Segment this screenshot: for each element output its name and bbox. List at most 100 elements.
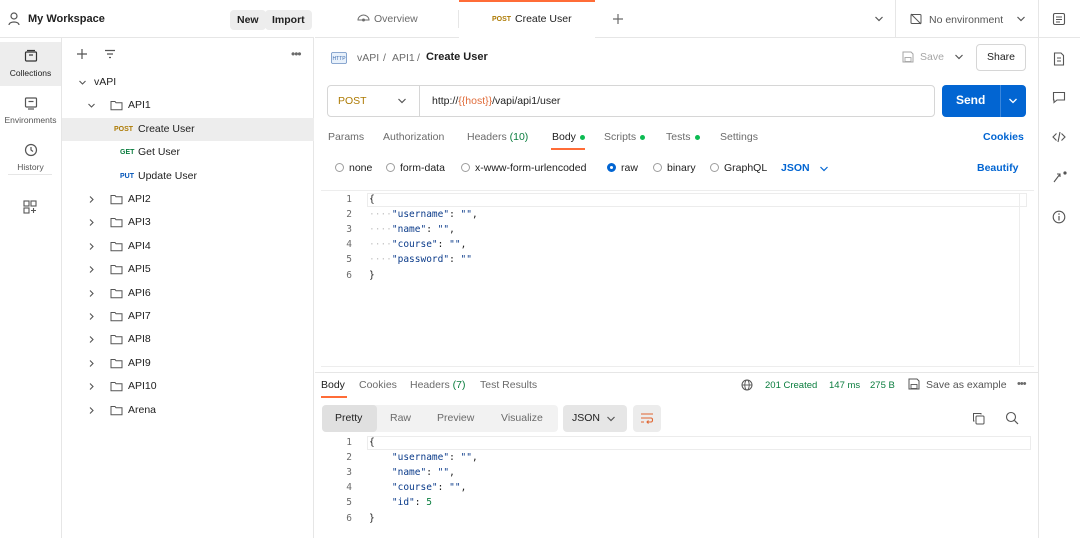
filter-icon[interactable] [104, 48, 116, 60]
tree-request-get-user[interactable]: GET Get User [62, 141, 314, 164]
tab-params[interactable]: Params [328, 131, 364, 143]
tree-item-api1[interactable]: API1 [62, 94, 314, 117]
breadcrumb-separator: / [383, 52, 386, 64]
comments-icon[interactable] [1052, 91, 1066, 104]
new-tab-icon[interactable] [612, 13, 624, 25]
share-button[interactable]: Share [976, 44, 1026, 71]
plus-icon[interactable] [76, 48, 88, 60]
folder-icon [110, 288, 123, 298]
workspace-title[interactable]: My Workspace [28, 13, 105, 25]
cookies-link[interactable]: Cookies [983, 131, 1024, 143]
documentation-icon[interactable] [1053, 52, 1065, 66]
tab-headers[interactable]: Headers (10) [467, 131, 528, 143]
save-as-example-button[interactable]: Save as example [926, 379, 1007, 391]
method-select[interactable]: POST [328, 86, 420, 116]
status-code[interactable]: 201 Created [765, 380, 817, 391]
tree-item-vapi[interactable]: vAPI [62, 71, 314, 94]
tree-folder-api9[interactable]: API9 [62, 352, 314, 375]
radio-circle [710, 163, 719, 172]
search-icon[interactable] [1005, 411, 1019, 425]
send-button[interactable]: Send [942, 85, 1026, 117]
chevron-down-icon[interactable] [819, 165, 829, 173]
response-time[interactable]: 147 ms [829, 380, 860, 391]
json-key: "username" [391, 452, 450, 464]
radio-raw[interactable]: raw [607, 162, 638, 174]
tree-folder-api7[interactable]: API7 [62, 305, 314, 328]
resp-tab-test-results[interactable]: Test Results [480, 379, 537, 391]
json-value: "" [460, 452, 472, 464]
tab-overview[interactable]: Overview [315, 0, 458, 38]
tab-tests[interactable]: Tests [666, 131, 700, 143]
tree-request-update-user[interactable]: PUT Update User [62, 165, 314, 188]
body-format-select[interactable]: JSON [781, 162, 810, 174]
beautify-link[interactable]: Beautify [977, 162, 1018, 174]
more-options-icon[interactable]: ••• [1017, 378, 1027, 390]
json-colon: : [426, 224, 438, 236]
globe-icon[interactable] [741, 379, 753, 391]
radio-form-data[interactable]: form-data [386, 162, 445, 174]
chevron-down-icon[interactable] [1008, 97, 1018, 105]
tab-create-user[interactable]: POST Create User [459, 0, 595, 38]
url-input[interactable]: http://{{host}}/vapi/api1/user [432, 95, 560, 107]
copy-icon[interactable] [972, 412, 985, 425]
response-size[interactable]: 275 B [870, 380, 895, 391]
tab-label: Headers [467, 131, 507, 143]
save-button[interactable]: Save [897, 44, 969, 71]
radio-binary[interactable]: binary [653, 162, 696, 174]
tree-folder-api8[interactable]: API8 [62, 328, 314, 351]
apps-grid-icon[interactable] [23, 200, 37, 214]
wrap-lines-button[interactable] [633, 405, 661, 432]
code-icon[interactable] [1052, 131, 1066, 143]
tab-body[interactable]: Body [552, 131, 585, 143]
tree-label: Create User [138, 123, 195, 135]
tree-folder-arena[interactable]: Arena [62, 399, 314, 422]
response-format-select[interactable]: JSON [563, 405, 627, 432]
import-button[interactable]: Import [265, 10, 312, 30]
rail-item-collections[interactable]: Collections [0, 42, 61, 86]
tree-folder-api10[interactable]: API10 [62, 375, 314, 398]
tree-folder-api6[interactable]: API6 [62, 282, 314, 305]
environment-select[interactable]: No environment [896, 0, 1036, 38]
tab-scripts[interactable]: Scripts [604, 131, 646, 143]
tab-settings[interactable]: Settings [720, 131, 758, 143]
headers-count: (10) [509, 131, 529, 143]
resp-tab-body[interactable]: Body [321, 379, 345, 391]
env-divider-2 [1038, 0, 1039, 38]
tree-folder-api5[interactable]: API5 [62, 258, 314, 281]
tree-folder-api4[interactable]: API4 [62, 235, 314, 258]
tabs-dropdown-icon[interactable] [874, 15, 884, 23]
chevron-right-icon [89, 406, 94, 414]
breadcrumb-vapi[interactable]: vAPI [357, 52, 379, 64]
info-icon[interactable] [1052, 210, 1066, 224]
new-button[interactable]: New [230, 10, 266, 30]
code-line: } [369, 269, 375, 281]
tree-label: API3 [128, 216, 151, 229]
more-options-icon[interactable]: ••• [291, 47, 302, 61]
view-visualize[interactable]: Visualize [501, 412, 543, 424]
tree-request-create-user[interactable]: POST Create User [62, 118, 314, 141]
radio-urlencoded[interactable]: x-www-form-urlencoded [461, 162, 586, 174]
view-pretty[interactable]: Pretty [322, 405, 377, 432]
chevron-right-icon [89, 242, 94, 250]
radio-label: binary [667, 162, 696, 174]
resp-tab-cookies[interactable]: Cookies [359, 379, 397, 391]
request-title[interactable]: Create User [426, 51, 488, 63]
tree-folder-api2[interactable]: API2 [62, 188, 314, 211]
editor-scrollbar[interactable] [1019, 193, 1029, 365]
radio-graphql[interactable]: GraphQL [710, 162, 767, 174]
radio-none[interactable]: none [335, 162, 372, 174]
folder-icon [110, 405, 123, 415]
view-preview[interactable]: Preview [437, 412, 474, 424]
code-line: "id": 5 [369, 497, 432, 508]
rail-item-environments[interactable]: Environments [0, 89, 61, 133]
breadcrumb-api1[interactable]: API1 [392, 52, 415, 64]
view-label: Pretty [335, 412, 363, 424]
resp-tab-headers[interactable]: Headers (7) [410, 379, 465, 391]
tree-label: API8 [128, 333, 151, 346]
tab-authorization[interactable]: Authorization [383, 131, 444, 143]
tree-folder-api3[interactable]: API3 [62, 211, 314, 234]
environment-quicklook-icon[interactable] [1052, 12, 1066, 26]
related-collections-icon[interactable] [1052, 170, 1068, 184]
view-raw[interactable]: Raw [390, 412, 411, 424]
send-divider [1000, 85, 1001, 117]
